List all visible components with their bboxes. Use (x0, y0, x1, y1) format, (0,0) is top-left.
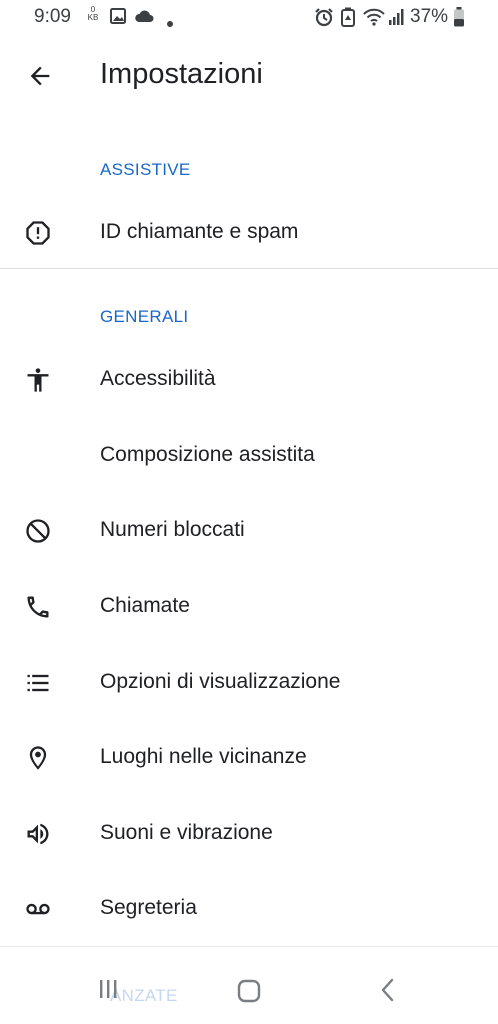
voicemail-icon (22, 895, 54, 923)
cloud-icon (134, 8, 154, 30)
accessibility-icon (22, 366, 54, 394)
location-pin-icon (22, 744, 54, 772)
alarm-icon (314, 7, 334, 33)
nav-bar-divider (0, 946, 498, 947)
setting-item-label: Accessibilità (100, 367, 216, 390)
navigation-bar: ANZATE (0, 948, 498, 1024)
setting-item-assisted-dialing[interactable]: Composizione assistita (0, 423, 498, 489)
signal-icon (388, 8, 404, 32)
back-button[interactable] (22, 60, 58, 96)
setting-item-nearby-places[interactable]: Luoghi nelle vicinanze (0, 725, 498, 791)
home-icon (236, 979, 262, 1008)
setting-item-caller-id-spam[interactable]: ID chiamante e spam (0, 200, 498, 266)
setting-item-sounds-vibration[interactable]: Suoni e vibrazione (0, 801, 498, 867)
setting-item-accessibility[interactable]: Accessibilità (0, 347, 498, 413)
section-header-general: GENERALI (100, 307, 189, 326)
page-title: Impostazioni (100, 58, 263, 90)
battery-percent: 37% (410, 6, 449, 27)
status-bar: 9:09 0 KB 37% (0, 0, 498, 34)
setting-item-voicemail[interactable]: Segreteria (0, 876, 498, 942)
setting-item-label: Luoghi nelle vicinanze (100, 745, 307, 768)
recents-icon (96, 980, 124, 1006)
image-icon (110, 8, 126, 30)
setting-item-blocked-numbers[interactable]: Numeri bloccati (0, 498, 498, 564)
setting-item-label: Composizione assistita (100, 443, 315, 466)
setting-item-label: Numeri bloccati (100, 518, 245, 541)
setting-item-calls[interactable]: Chiamate (0, 574, 498, 640)
setting-item-label: ID chiamante e spam (100, 220, 299, 243)
setting-item-display-options[interactable]: Opzioni di visualizzazione (0, 650, 498, 716)
data-speed-indicator: 0 KB (86, 6, 100, 22)
battery-saver-icon (340, 7, 356, 33)
home-button[interactable] (236, 978, 262, 1004)
recents-button[interactable] (96, 976, 124, 1002)
app-bar: Impostazioni (0, 44, 498, 114)
block-icon (22, 517, 54, 545)
data-speed-unit: KB (87, 13, 99, 22)
dot-icon (166, 12, 174, 34)
settings-screen: 9:09 0 KB 37% Impostazioni ASSISTIVE ID … (0, 0, 498, 1024)
status-time: 9:09 (34, 6, 71, 27)
setting-item-label: Segreteria (100, 896, 197, 919)
battery-icon (453, 7, 465, 33)
phone-icon (22, 593, 54, 621)
system-back-button[interactable] (376, 976, 400, 1004)
arrow-back-icon (26, 62, 54, 95)
setting-item-label: Opzioni di visualizzazione (100, 670, 341, 693)
volume-icon (22, 820, 54, 848)
list-icon (22, 669, 54, 697)
setting-item-label: Suoni e vibrazione (100, 821, 273, 844)
section-header-assistive: ASSISTIVE (100, 160, 191, 179)
wifi-icon (362, 7, 386, 33)
nav-back-icon (376, 978, 400, 1008)
alert-circle-icon (22, 219, 54, 247)
section-divider (0, 268, 498, 269)
setting-item-label: Chiamate (100, 594, 190, 617)
